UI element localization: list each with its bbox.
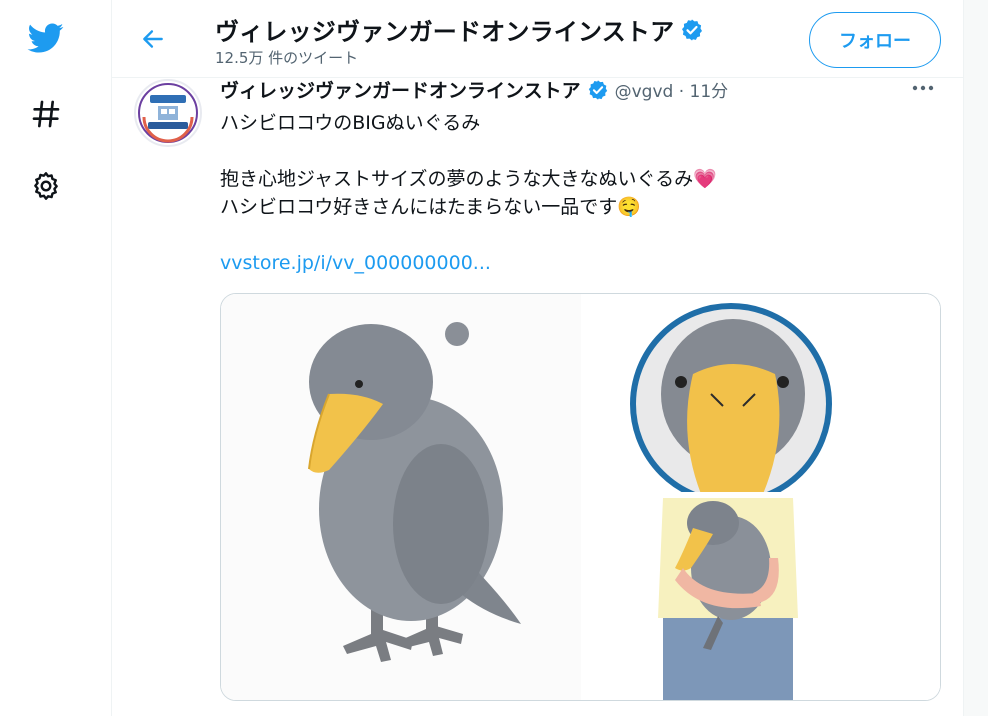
author-handle-time[interactable]: @vgvd · 11分 <box>615 77 729 102</box>
verified-badge-icon <box>588 79 607 100</box>
verified-badge-icon <box>682 19 703 40</box>
author-name[interactable]: ヴィレッジヴァンガードオンラインストア <box>220 76 581 103</box>
left-rail <box>0 0 112 716</box>
tweet-line: ハシビロコウのBIGぬいぐるみ <box>220 112 481 134</box>
tweet[interactable]: ヴィレッジヴァンガードオンラインストア @vgvd · 11分 ハシビロコウのB… <box>112 79 963 716</box>
more-dots-icon <box>912 85 934 91</box>
profile-header: ヴィレッジヴァンガードオンラインストア 12.5万 件のツイート フォロー <box>112 0 963 78</box>
media-grid <box>220 293 941 701</box>
media-image-2[interactable] <box>583 294 940 505</box>
more-options-button[interactable] <box>908 75 938 101</box>
header-title-row: ヴィレッジヴァンガードオンラインストア <box>215 12 704 47</box>
tweet-line: ハシビロコウ好きさんにはたまらない一品です🤤 <box>220 196 641 218</box>
tweet-header: ヴィレッジヴァンガードオンラインストア @vgvd · 11分 <box>220 76 728 103</box>
follow-button[interactable]: フォロー <box>809 12 941 68</box>
right-sidebar-edge <box>964 0 988 716</box>
tweet-text: ハシビロコウのBIGぬいぐるみ 抱き心地ジャストサイズの夢のような大きなぬいぐる… <box>220 109 717 277</box>
hashtag-icon[interactable] <box>24 92 68 136</box>
twitter-bird-icon[interactable] <box>24 16 68 60</box>
back-arrow-icon <box>143 30 163 48</box>
media-image-1[interactable] <box>221 294 581 700</box>
media-image-3[interactable] <box>583 498 940 700</box>
tweet-line <box>220 221 717 249</box>
page-title: ヴィレッジヴァンガードオンラインストア <box>215 18 675 46</box>
gear-icon[interactable] <box>24 164 68 208</box>
back-button[interactable] <box>134 20 172 58</box>
avatar[interactable] <box>134 79 202 147</box>
tweet-link[interactable]: vvstore.jp/i/vv_000000000... <box>220 249 717 277</box>
tweet-line: 抱き心地ジャストサイズの夢のような大きなぬいぐるみ💗 <box>220 168 717 190</box>
tweet-line <box>220 137 717 165</box>
tweet-count: 12.5万 件のツイート <box>215 49 359 67</box>
